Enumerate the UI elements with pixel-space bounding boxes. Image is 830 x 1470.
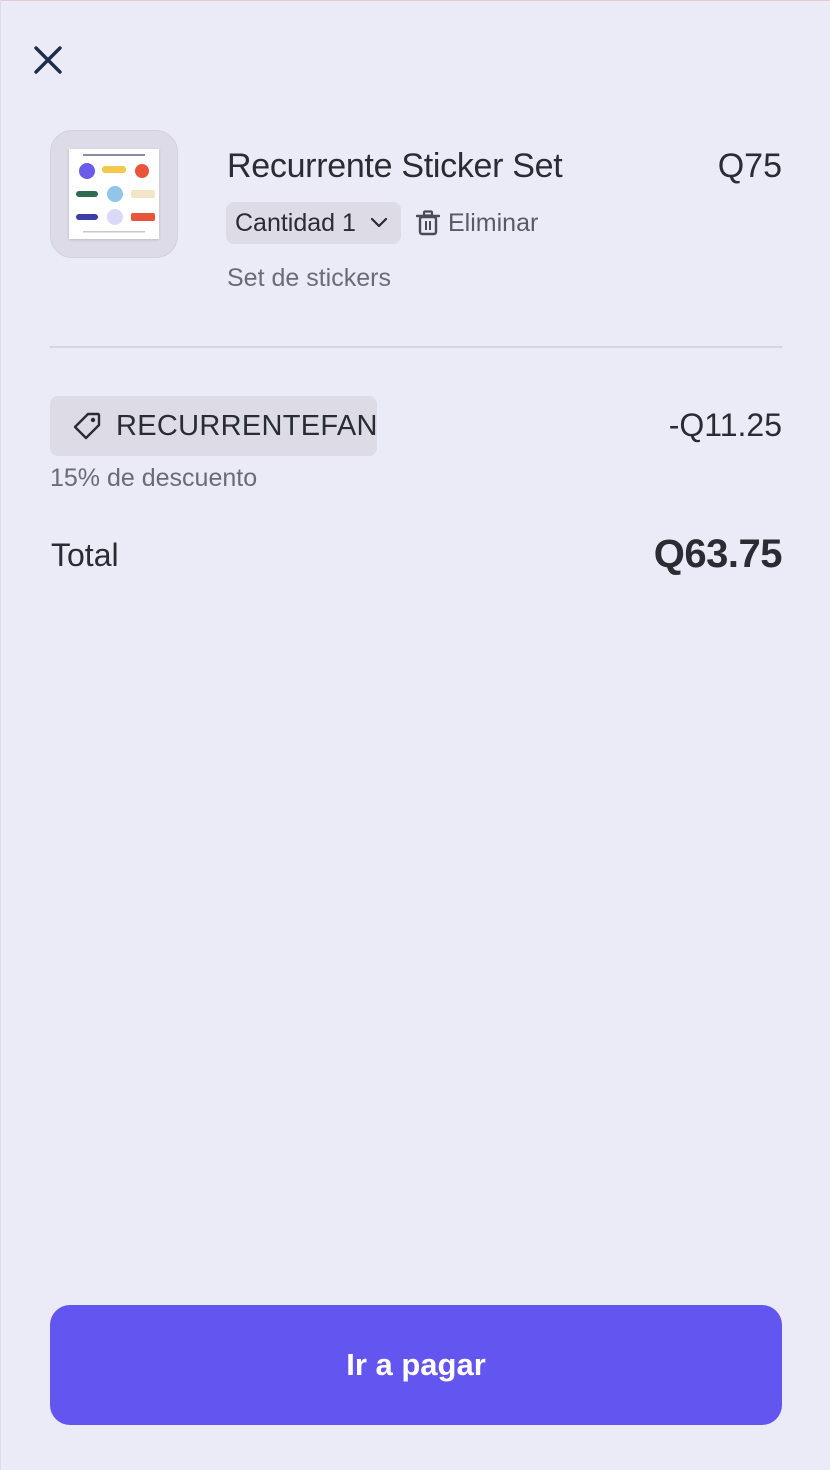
close-button[interactable] bbox=[28, 40, 68, 80]
product-price: Q75 bbox=[717, 147, 782, 185]
tag-icon bbox=[72, 411, 102, 441]
left-border bbox=[0, 0, 1, 1470]
product-description: Set de stickers bbox=[227, 264, 391, 292]
chevron-down-icon bbox=[369, 216, 389, 230]
quantity-select[interactable]: Cantidad 1 bbox=[226, 202, 401, 244]
total-label: Total bbox=[51, 537, 119, 573]
remove-item-button[interactable]: Eliminar bbox=[416, 205, 538, 241]
coupon-code: RECURRENTEFAN bbox=[116, 409, 378, 442]
quantity-label: Cantidad 1 bbox=[235, 208, 356, 237]
close-icon bbox=[34, 46, 62, 74]
trash-icon bbox=[416, 210, 440, 236]
coupon-chip[interactable]: RECURRENTEFAN bbox=[50, 396, 377, 456]
remove-label: Eliminar bbox=[448, 208, 539, 237]
product-thumbnail bbox=[50, 130, 178, 258]
total-value: Q63.75 bbox=[653, 532, 783, 576]
discount-note: 15% de descuento bbox=[50, 464, 258, 492]
divider bbox=[50, 346, 782, 348]
product-title: Recurrente Sticker Set bbox=[227, 147, 563, 185]
top-border bbox=[0, 0, 830, 1]
discount-amount: -Q11.25 bbox=[668, 407, 782, 443]
product-image bbox=[69, 149, 159, 239]
checkout-button[interactable]: Ir a pagar bbox=[50, 1305, 782, 1425]
